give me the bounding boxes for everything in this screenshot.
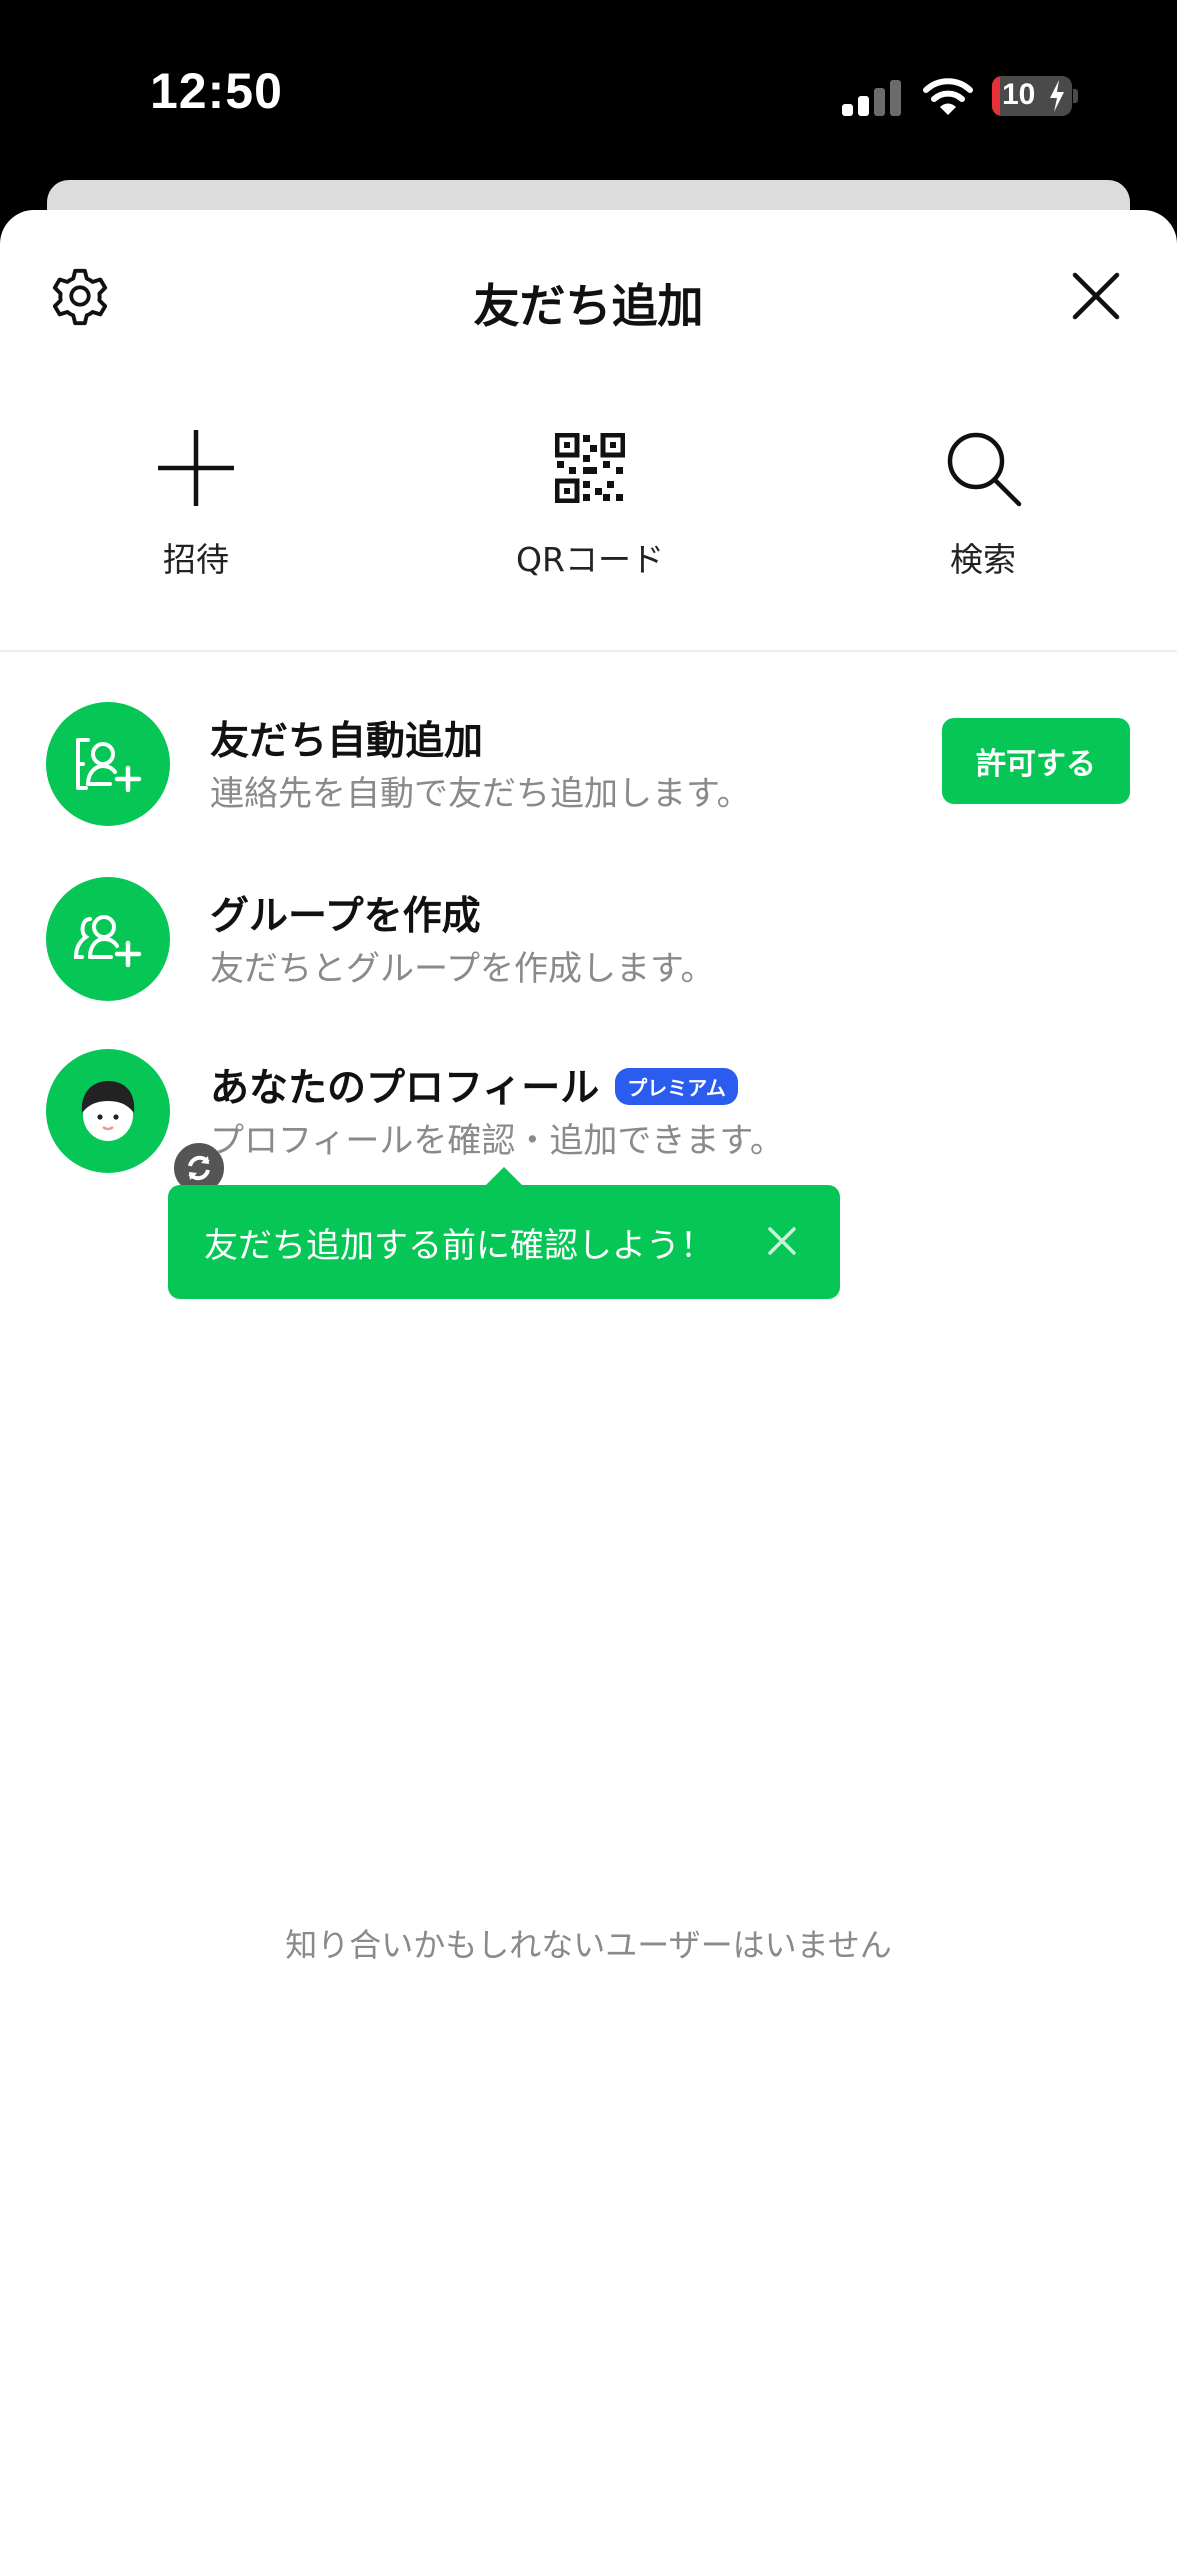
battery-percent: 10 [1002, 78, 1036, 111]
battery-icon: 10 [992, 76, 1072, 116]
search-label: 検索 [950, 540, 1016, 579]
group-add-icon [46, 877, 170, 1001]
auto-add-subtitle: 連絡先を自動で友だち追加します。 [210, 774, 751, 814]
search-icon [947, 432, 1022, 507]
my-profile-title-text: あなたのプロフィール [210, 1066, 600, 1111]
tooltip: 友だち追加する前に確認しよう！ [168, 1167, 840, 1299]
profile-avatar-icon [46, 1049, 228, 1197]
tooltip-arrow [484, 1167, 524, 1187]
empty-suggestions-message: 知り合いかもしれないユーザーはいません [285, 1926, 892, 1964]
list-item-my-profile[interactable]: あなたのプロフィール プレミアム プロフィールを確認・追加できます。 [0, 1037, 1177, 1197]
allow-button[interactable]: 許可する [942, 718, 1130, 804]
invite-label: 招待 [163, 540, 229, 579]
add-friends-sheet: 友だち追加 招待 QRコード 検索 友だち自動追加 連絡先を自動で友だち追加しま… [0, 210, 1177, 2560]
tooltip-text: 友だち追加する前に確認しよう！ [204, 1226, 714, 1266]
create-group-title: グループを作成 [210, 894, 481, 939]
my-profile-title: あなたのプロフィール プレミアム [210, 1057, 738, 1113]
wifi-icon [923, 78, 973, 115]
premium-badge: プレミアム [615, 1068, 738, 1105]
search-button[interactable]: 検索 [853, 425, 1113, 585]
contact-add-icon [46, 702, 170, 826]
list-item-create-group[interactable]: グループを作成 友だちとグループを作成します。 [0, 865, 1177, 1015]
my-profile-subtitle: プロフィールを確認・追加できます。 [210, 1121, 784, 1161]
auto-add-title: 友だち自動追加 [210, 719, 484, 764]
qr-code-button[interactable]: QRコード [460, 425, 720, 585]
qr-code-icon [555, 433, 625, 503]
qr-code-label: QRコード [516, 540, 664, 579]
tooltip-close-button[interactable] [756, 1215, 808, 1267]
invite-button[interactable]: 招待 [66, 425, 326, 585]
status-bar: 12:50 10 [0, 0, 1177, 180]
close-icon [768, 1227, 796, 1255]
close-button[interactable] [1060, 260, 1132, 332]
create-group-subtitle: 友だちとグループを作成します。 [210, 949, 715, 989]
divider [0, 650, 1177, 652]
close-icon [1072, 272, 1120, 320]
page-title: 友だち追加 [473, 279, 704, 333]
plus-icon [158, 430, 234, 506]
status-time: 12:50 [150, 63, 283, 119]
charging-bolt-icon [1050, 80, 1064, 112]
signal-icon [842, 78, 902, 116]
